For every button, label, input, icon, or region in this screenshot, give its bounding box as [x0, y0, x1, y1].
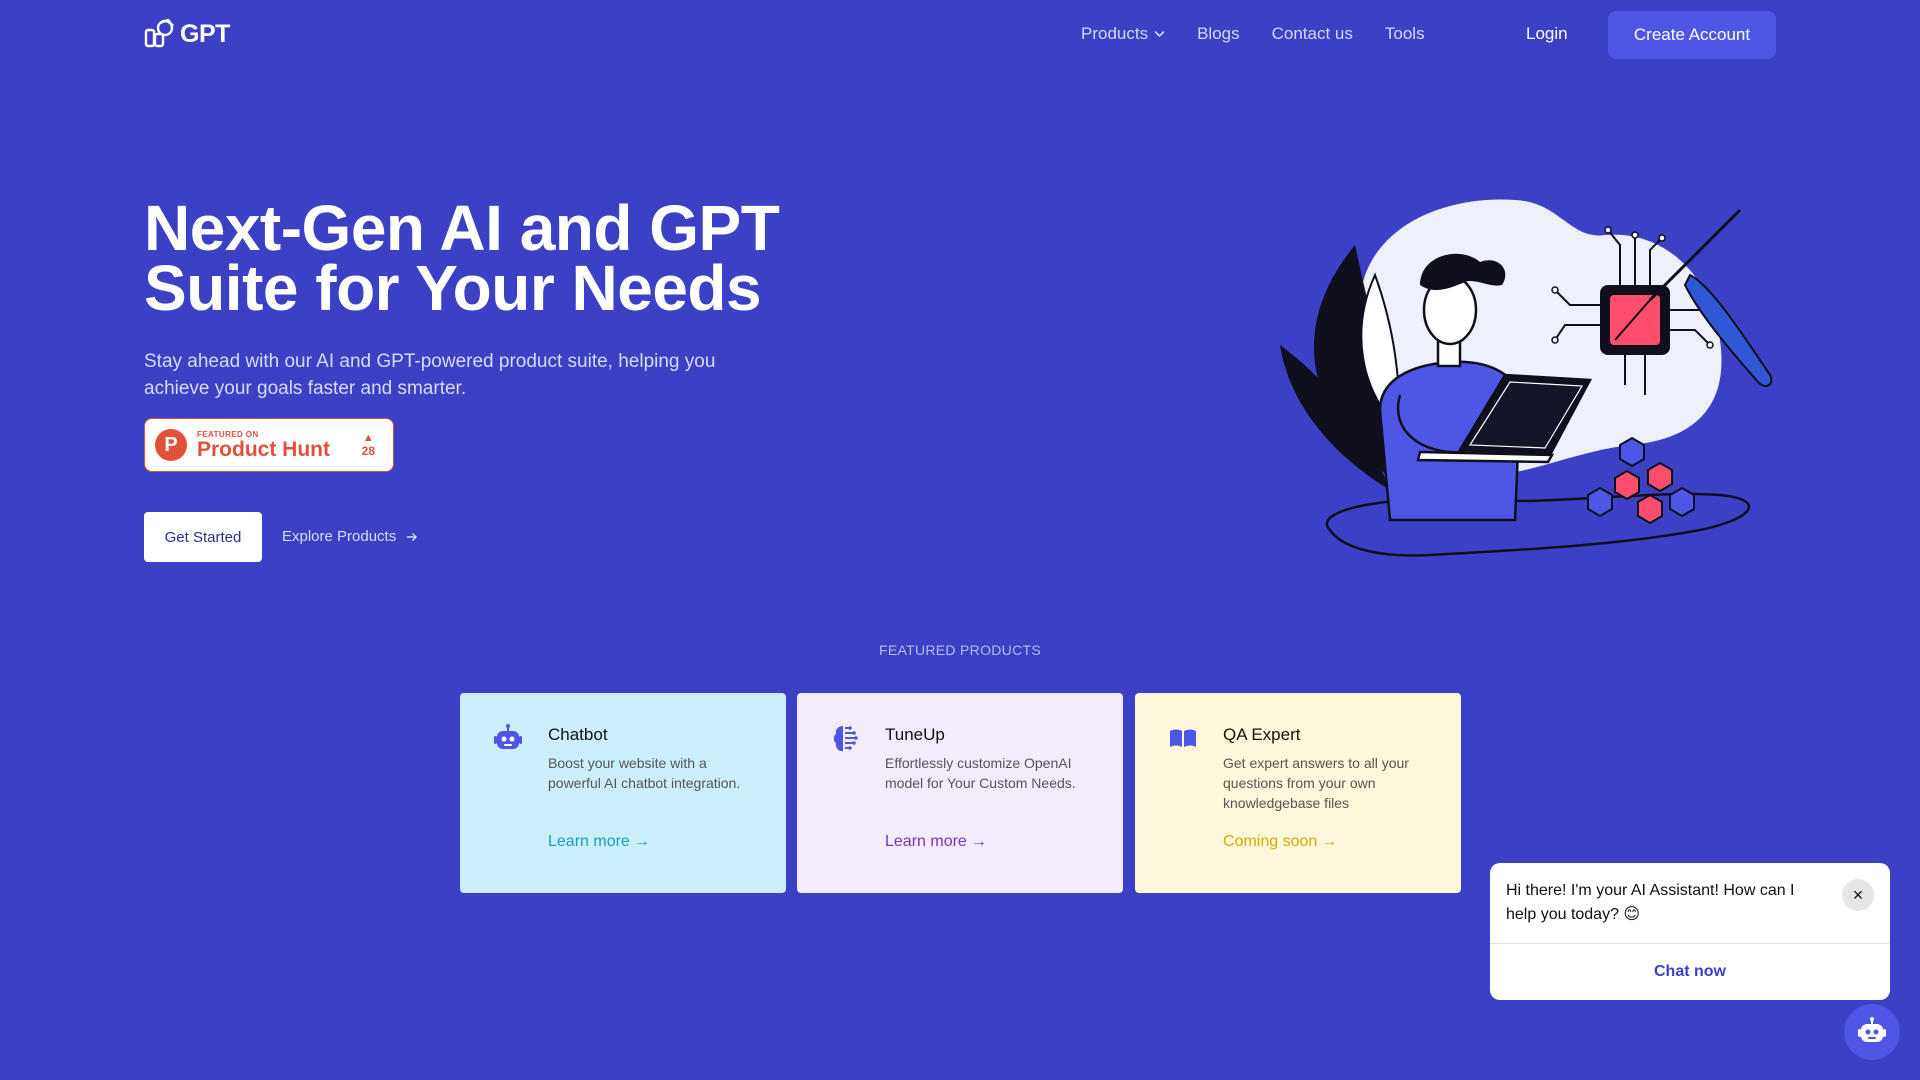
- brain-icon: [833, 726, 858, 752]
- hero-title-line-1: Next-Gen AI and GPT: [144, 192, 780, 264]
- hero-illustration: [1280, 199, 1773, 557]
- product-card-qa-expert[interactable]: QA Expert Get expert answers to all your…: [1135, 693, 1461, 893]
- book-icon: [1170, 729, 1196, 747]
- nav-blogs[interactable]: Blogs: [1197, 24, 1240, 44]
- card-description: Effortlessly customize OpenAI model for …: [885, 755, 1076, 791]
- get-started-button[interactable]: Get Started: [144, 512, 262, 562]
- chat-launcher-button[interactable]: [1844, 1004, 1900, 1060]
- chat-now-button[interactable]: Chat now: [1490, 944, 1890, 1000]
- product-card-chatbot[interactable]: Chatbot Boost your website with a powerf…: [460, 693, 786, 893]
- brand-logo[interactable]: GPT: [144, 18, 230, 50]
- product-hunt-texts: FEATURED ON Product Hunt: [197, 430, 330, 461]
- product-card-tuneup[interactable]: TuneUp Effortlessly customize OpenAI mod…: [797, 693, 1123, 893]
- arrow-right-icon: →: [633, 833, 650, 850]
- product-hunt-votes: ▲ 28: [362, 432, 375, 458]
- card-title: TuneUp: [885, 725, 945, 744]
- robot-icon: [1858, 1017, 1886, 1042]
- hero-title-line-2: Suite for Your Needs: [144, 252, 762, 324]
- chat-popup: Hi there! I'm your AI Assistant! How can…: [1490, 863, 1890, 1000]
- nav-products[interactable]: Products: [1081, 24, 1165, 44]
- learn-more-link[interactable]: Learn more →: [548, 833, 756, 851]
- product-hunt-logo-icon: P: [155, 429, 187, 461]
- main-nav: Products Blogs Contact us Tools: [1081, 24, 1425, 44]
- explore-products-link[interactable]: Explore Products: [282, 528, 418, 545]
- hero-subtitle: Stay ahead with our AI and GPT-powered p…: [144, 351, 716, 399]
- featured-products-label: FEATURED PRODUCTS: [879, 642, 1041, 658]
- coming-soon-link[interactable]: Coming soon →: [1223, 833, 1431, 851]
- arrow-right-icon: [407, 532, 418, 541]
- login-link[interactable]: Login: [1526, 24, 1568, 44]
- card-title: Chatbot: [548, 725, 608, 744]
- logo-text: GPT: [180, 19, 230, 48]
- product-hunt-badge[interactable]: P FEATURED ON Product Hunt ▲ 28: [144, 418, 394, 472]
- product-hunt-name: Product Hunt: [197, 437, 330, 461]
- hero-title: Next-Gen AI and GPT Suite for Your Needs: [144, 192, 824, 324]
- card-title: QA Expert: [1223, 725, 1301, 744]
- site-header: GPT Products Blogs Contact us Tools Logi…: [0, 0, 1920, 70]
- product-hunt-vote-count: 28: [361, 444, 375, 458]
- nav-tools[interactable]: Tools: [1385, 24, 1425, 44]
- chevron-down-icon: [1154, 30, 1165, 38]
- chat-greeting: Hi there! I'm your AI Assistant! How can…: [1506, 882, 1795, 923]
- create-account-button[interactable]: Create Account: [1608, 11, 1776, 59]
- gpt-logo-icon: [144, 18, 174, 48]
- card-description: Get expert answers to all your questions…: [1223, 755, 1409, 811]
- close-icon[interactable]: ×: [1842, 879, 1874, 911]
- arrow-right-icon: →: [1321, 833, 1338, 850]
- robot-icon: [494, 724, 522, 749]
- explore-products-label: Explore Products: [282, 528, 397, 545]
- nav-contact-us[interactable]: Contact us: [1272, 24, 1353, 44]
- arrow-right-icon: →: [970, 833, 987, 850]
- card-description: Boost your website with a powerful AI ch…: [548, 755, 741, 791]
- learn-more-link[interactable]: Learn more →: [885, 833, 1093, 851]
- upvote-triangle-icon: ▲: [362, 432, 374, 444]
